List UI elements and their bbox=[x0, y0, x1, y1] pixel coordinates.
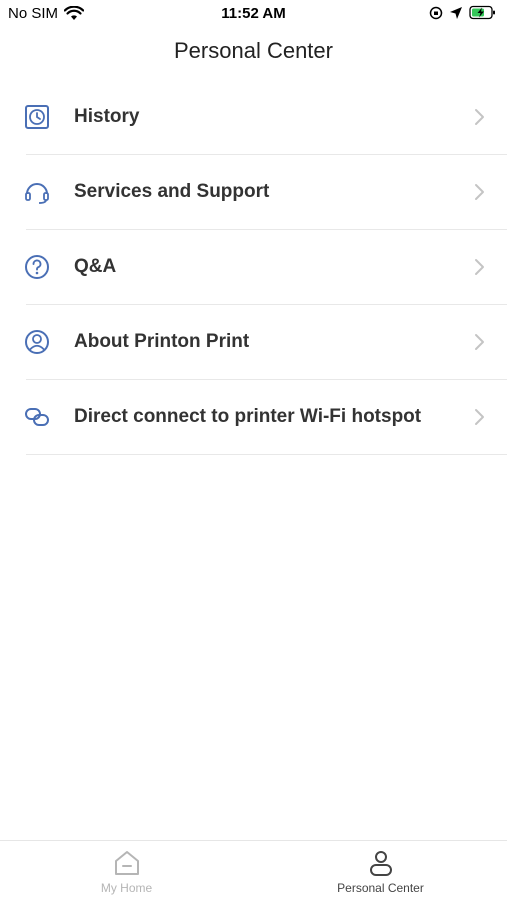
chevron-right-icon bbox=[475, 109, 484, 125]
location-arrow-icon bbox=[450, 6, 462, 19]
menu-item-label: About Printon Print bbox=[74, 331, 250, 352]
tab-label: My Home bbox=[100, 881, 153, 895]
menu-item-qa[interactable]: Q&A bbox=[0, 230, 507, 305]
menu-item-wifi-hotspot[interactable]: Direct connect to printer Wi-Fi hotspot bbox=[0, 380, 507, 455]
orientation-lock-icon bbox=[429, 6, 443, 19]
status-right bbox=[429, 5, 497, 20]
tab-bar: My Home Personal Center bbox=[0, 840, 507, 900]
headset-icon bbox=[25, 183, 49, 204]
status-bar: No SIM 11:52 AM bbox=[0, 0, 507, 28]
menu-item-about[interactable]: About Printon Print bbox=[0, 305, 507, 380]
home-icon bbox=[114, 851, 139, 875]
battery-charging-icon bbox=[469, 5, 495, 20]
tab-my-home[interactable]: My Home bbox=[0, 841, 253, 900]
menu-item-history[interactable]: History bbox=[0, 80, 507, 155]
question-icon bbox=[25, 255, 49, 279]
tab-label: Personal Center bbox=[337, 881, 424, 895]
menu-item-label: Direct connect to printer Wi-Fi hotspot bbox=[74, 406, 422, 427]
menu-item-label: Services and Support bbox=[74, 181, 270, 202]
person-icon bbox=[369, 851, 392, 876]
menu-item-label: Q&A bbox=[74, 256, 117, 277]
screen: No SIM 11:52 AM Personal Center History … bbox=[0, 0, 507, 900]
menu-item-label: History bbox=[74, 106, 140, 127]
clock-icon bbox=[25, 105, 49, 129]
user-circle-icon bbox=[25, 330, 49, 354]
menu-list: History Services and Support Q&A About P… bbox=[0, 80, 507, 455]
chevron-right-icon bbox=[475, 184, 484, 200]
chevron-right-icon bbox=[475, 409, 484, 425]
link-icon bbox=[25, 408, 49, 426]
tab-personal-center[interactable]: Personal Center bbox=[254, 841, 507, 900]
page-title: Personal Center bbox=[174, 38, 333, 63]
chevron-right-icon bbox=[475, 334, 484, 350]
chevron-right-icon bbox=[475, 259, 484, 275]
menu-item-services-support[interactable]: Services and Support bbox=[0, 155, 507, 230]
